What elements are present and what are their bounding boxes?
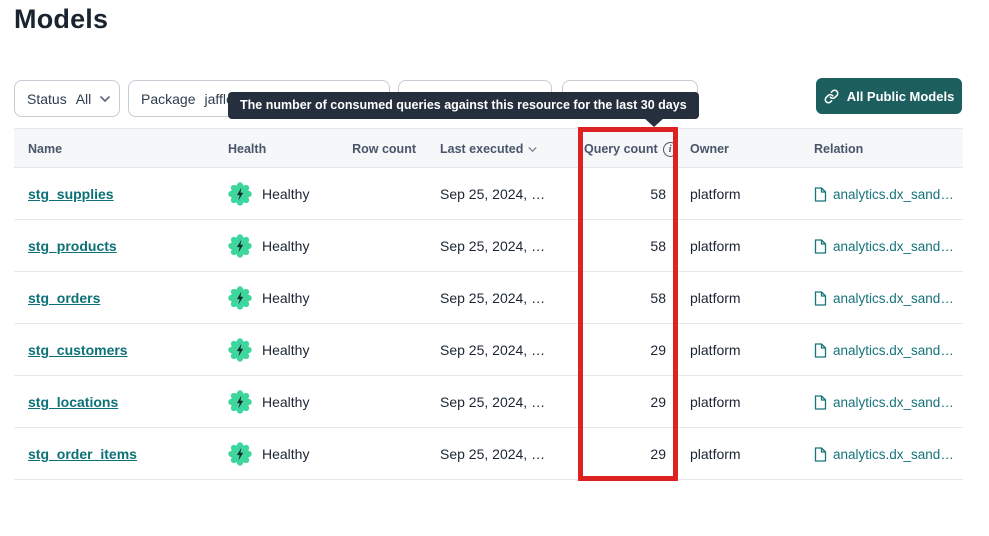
column-header-query-count: Query count i [584,129,678,169]
table-row: stg_locations Healthy Sep 25, 2024, … 29… [14,376,963,428]
last-executed-value: Sep 25, 2024, … [440,238,545,254]
health-badge-icon [228,182,252,206]
tooltip-caret [643,117,665,127]
column-header-name: Name [28,129,62,169]
file-icon [814,187,827,202]
model-name-link[interactable]: stg_supplies [28,186,114,202]
file-icon [814,343,827,358]
health-badge-icon [228,338,252,362]
model-name-link[interactable]: stg_order_items [28,446,137,462]
column-header-owner: Owner [690,129,729,169]
file-icon [814,291,827,306]
health-badge-icon [228,390,252,414]
health-status-label: Healthy [262,446,309,462]
owner-value: platform [690,342,741,358]
column-header-last-executed[interactable]: Last executed [440,129,537,169]
model-name-link[interactable]: stg_orders [28,290,100,306]
link-icon [824,89,839,104]
sort-chevron-icon [528,147,537,152]
query-count-value: 58 [650,238,666,254]
health-status-label: Healthy [262,394,309,410]
all-public-models-label: All Public Models [847,89,955,104]
table-header-row: Name Health Row count Last executed Quer… [14,128,963,168]
owner-value: platform [690,394,741,410]
column-header-health: Health [228,129,266,169]
query-count-value: 29 [650,446,666,462]
health-status-label: Healthy [262,290,309,306]
package-filter-label: Package [141,91,195,107]
query-count-value: 29 [650,342,666,358]
health-status-label: Healthy [262,238,309,254]
owner-value: platform [690,290,741,306]
model-name-link[interactable]: stg_customers [28,342,128,358]
table-row: stg_orders Healthy Sep 25, 2024, … 58 pl… [14,272,963,324]
owner-value: platform [690,446,741,462]
file-icon [814,395,827,410]
info-icon[interactable]: i [663,142,678,157]
query-count-value: 58 [650,290,666,306]
health-status-label: Healthy [262,342,309,358]
column-header-row-count: Row count [314,129,416,169]
file-icon [814,447,827,462]
relation-link[interactable]: analytics.dx_sand… [814,239,954,254]
status-filter-dropdown[interactable]: Status All [14,80,120,117]
relation-link[interactable]: analytics.dx_sand… [814,395,954,410]
health-badge-icon [228,286,252,310]
status-filter-label: Status [27,91,67,107]
query-count-tooltip: The number of consumed queries against t… [228,92,699,119]
last-executed-value: Sep 25, 2024, … [440,290,545,306]
health-status-label: Healthy [262,186,309,202]
model-name-link[interactable]: stg_products [28,238,117,254]
relation-link[interactable]: analytics.dx_sand… [814,343,954,358]
column-header-relation: Relation [814,129,863,169]
table-row: stg_supplies Healthy Sep 25, 2024, … 58 … [14,168,963,220]
last-executed-value: Sep 25, 2024, … [440,394,545,410]
relation-link[interactable]: analytics.dx_sand… [814,187,954,202]
query-count-value: 58 [650,186,666,202]
owner-value: platform [690,238,741,254]
all-public-models-button[interactable]: All Public Models [816,78,962,114]
file-icon [814,239,827,254]
models-table: Name Health Row count Last executed Quer… [14,128,963,480]
relation-link[interactable]: analytics.dx_sand… [814,291,954,306]
last-executed-value: Sep 25, 2024, … [440,446,545,462]
model-name-link[interactable]: stg_locations [28,394,118,410]
owner-value: platform [690,186,741,202]
query-count-value: 29 [650,394,666,410]
last-executed-value: Sep 25, 2024, … [440,342,545,358]
relation-link[interactable]: analytics.dx_sand… [814,447,954,462]
last-executed-value: Sep 25, 2024, … [440,186,545,202]
health-badge-icon [228,234,252,258]
table-row: stg_order_items Healthy Sep 25, 2024, … … [14,428,963,480]
health-badge-icon [228,442,252,466]
table-row: stg_customers Healthy Sep 25, 2024, … 29… [14,324,963,376]
chevron-down-icon [100,96,110,102]
status-filter-value: All [76,91,92,107]
page-title: Models [14,4,108,35]
table-row: stg_products Healthy Sep 25, 2024, … 58 … [14,220,963,272]
